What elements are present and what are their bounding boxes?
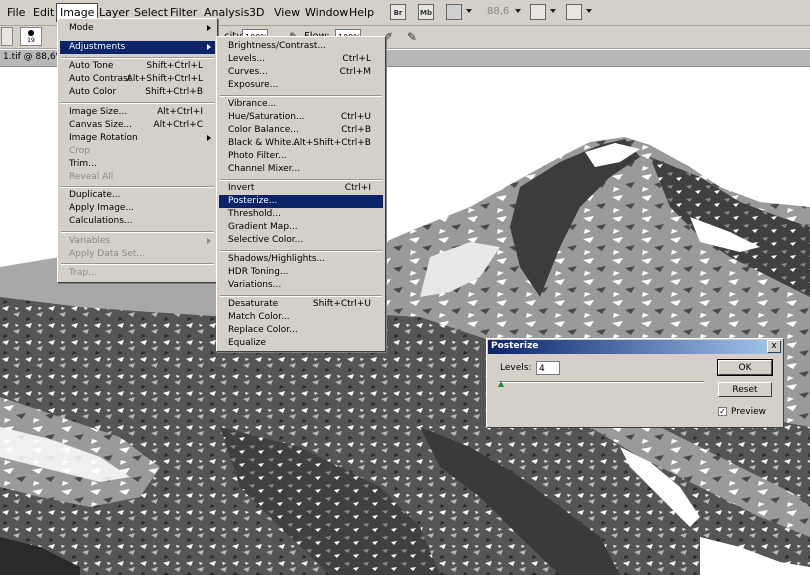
submenu-arrow-icon — [207, 25, 211, 31]
menu-item-brightness-contrast[interactable]: Brightness/Contrast... — [219, 40, 383, 53]
menu-3d[interactable]: 3D — [247, 5, 266, 21]
menu-item-image-size[interactable]: Image Size... Alt+Ctrl+I — [60, 106, 215, 119]
menu-item-apply-data-set: Apply Data Set... — [69, 249, 145, 259]
menu-item-variables: Variables — [60, 235, 215, 248]
menu-item-desaturate[interactable]: Desaturate Shift+Ctrl+U — [219, 298, 383, 311]
menu-view[interactable]: View — [272, 5, 302, 21]
menu-item-canvas-size[interactable]: Canvas Size... Alt+Ctrl+C — [60, 119, 215, 132]
menu-separator — [61, 102, 214, 104]
menu-item-channel-mixer[interactable]: Channel Mixer... — [219, 163, 383, 176]
levels-label: Levels: — [500, 363, 532, 373]
menu-separator — [220, 179, 382, 181]
frame-icon[interactable] — [446, 4, 462, 20]
menu-separator — [61, 231, 214, 233]
menu-item-black-white[interactable]: Black & White... Alt+Shift+Ctrl+B — [219, 137, 383, 150]
posterize-dialog: Posterize x Levels: 4 OK Reset ✓ Preview — [486, 338, 784, 428]
menu-item-variations[interactable]: Variations... — [219, 279, 383, 292]
menu-item-auto-tone[interactable]: Auto Tone Shift+Ctrl+L — [60, 60, 215, 73]
screen-mode-icon[interactable] — [566, 4, 582, 20]
bridge-icon[interactable]: Br — [390, 4, 406, 20]
minibridge-icon[interactable]: Mb — [418, 4, 434, 20]
pressure-size-icon[interactable]: ✎ — [404, 29, 420, 45]
menu-item-auto-contrast[interactable]: Auto Contrast Alt+Shift+Ctrl+L — [60, 73, 215, 86]
menu-item-adjustments[interactable]: Adjustments — [60, 41, 215, 54]
menu-separator — [61, 263, 214, 265]
brush-preset-button[interactable] — [1, 27, 13, 46]
preview-label: Preview — [731, 407, 767, 417]
menu-item-auto-color[interactable]: Auto Color Shift+Ctrl+B — [60, 86, 215, 99]
levels-slider-track[interactable] — [499, 381, 704, 383]
menu-item-exposure[interactable]: Exposure... — [219, 79, 383, 92]
menu-item-equalize[interactable]: Equalize — [219, 337, 383, 350]
levels-input[interactable]: 4 — [536, 361, 560, 375]
menu-item-duplicate[interactable]: Duplicate... — [60, 189, 215, 202]
menu-separator — [220, 250, 382, 252]
chevron-down-icon[interactable] — [515, 9, 521, 13]
chevron-down-icon[interactable] — [586, 9, 592, 13]
image-menu: Mode Adjustments Auto Tone Shift+Ctrl+L A… — [57, 18, 218, 283]
menu-item-threshold[interactable]: Threshold... — [219, 208, 383, 221]
submenu-arrow-icon — [207, 44, 211, 50]
brush-size-picker[interactable]: 19 — [20, 27, 42, 46]
menu-separator — [61, 57, 214, 59]
submenu-arrow-icon — [207, 238, 211, 244]
menu-item-replace-color[interactable]: Replace Color... — [219, 324, 383, 337]
menu-edit[interactable]: Edit — [31, 5, 56, 21]
menu-item-shadows-highlights[interactable]: Shadows/Highlights... — [219, 253, 383, 266]
menu-item-match-color[interactable]: Match Color... — [219, 311, 383, 324]
menu-item-image-rotation[interactable]: Image Rotation — [60, 132, 215, 145]
menu-item-mode[interactable]: Mode — [60, 22, 215, 35]
arrange-documents-icon[interactable] — [530, 4, 546, 20]
menu-item-invert[interactable]: Invert Ctrl+I — [219, 182, 383, 195]
brush-size: 19 — [27, 37, 35, 44]
menu-separator — [220, 95, 382, 97]
ok-button[interactable]: OK — [717, 359, 773, 376]
menu-item-hdr-toning[interactable]: HDR Toning... — [219, 266, 383, 279]
menu-help[interactable]: Help — [347, 5, 376, 21]
levels-slider-thumb[interactable] — [498, 381, 504, 387]
dialog-title: Posterize — [491, 341, 539, 351]
menu-item-levels[interactable]: Levels... Ctrl+L — [219, 53, 383, 66]
dialog-titlebar[interactable]: Posterize — [488, 340, 782, 354]
menu-item-trap: Trap... — [69, 268, 97, 278]
menu-file[interactable]: File — [5, 5, 27, 21]
preview-checkbox[interactable]: ✓ — [718, 407, 727, 416]
brush-tip-icon — [28, 30, 34, 36]
submenu-arrow-icon — [207, 135, 211, 141]
chevron-down-icon[interactable] — [466, 9, 472, 13]
menu-item-vibrance[interactable]: Vibrance... — [219, 98, 383, 111]
menu-item-photo-filter[interactable]: Photo Filter... — [219, 150, 383, 163]
menu-item-posterize[interactable]: Posterize... — [219, 195, 383, 208]
menu-item-curves[interactable]: Curves... Ctrl+M — [219, 66, 383, 79]
menu-item-reveal-all: Reveal All — [69, 172, 114, 182]
menu-item-crop: Crop — [69, 146, 91, 156]
close-icon[interactable]: x — [767, 340, 781, 353]
adjustments-submenu: Brightness/Contrast... Levels... Ctrl+L C… — [216, 36, 386, 352]
menu-separator — [61, 186, 214, 188]
menu-item-color-balance[interactable]: Color Balance... Ctrl+B — [219, 124, 383, 137]
menu-item-trim[interactable]: Trim... — [60, 158, 215, 171]
document-title: 1.tif @ 88,6% — [3, 52, 65, 62]
menu-separator — [220, 295, 382, 297]
zoom-level[interactable]: 88,6 — [487, 6, 509, 17]
menu-item-hue-saturation[interactable]: Hue/Saturation... Ctrl+U — [219, 111, 383, 124]
menu-item-apply-image[interactable]: Apply Image... — [60, 202, 215, 215]
chevron-down-icon[interactable] — [550, 9, 556, 13]
menu-item-gradient-map[interactable]: Gradient Map... — [219, 221, 383, 234]
reset-button[interactable]: Reset — [718, 382, 772, 397]
menu-window[interactable]: Window — [303, 5, 350, 21]
menu-item-selective-color[interactable]: Selective Color... — [219, 234, 383, 247]
menu-item-calculations[interactable]: Calculations... — [60, 215, 215, 228]
